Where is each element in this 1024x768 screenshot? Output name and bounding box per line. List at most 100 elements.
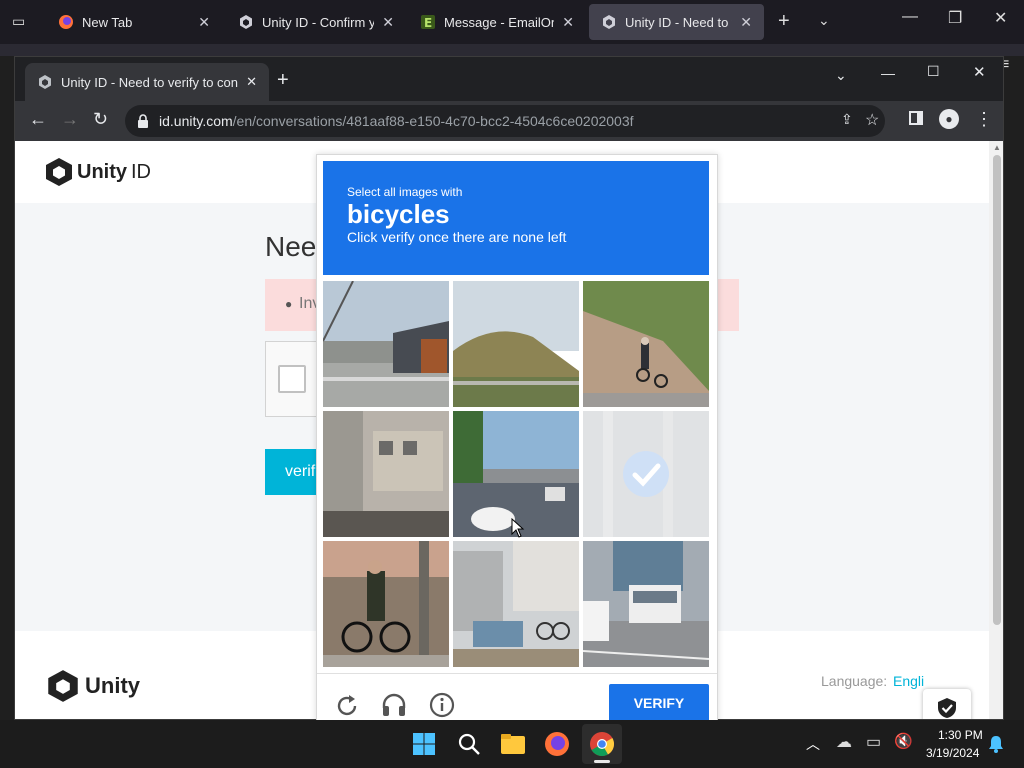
language-link[interactable]: Engli [893,673,924,689]
minimize-icon[interactable]: — [881,65,895,81]
house-bicycles-image [453,541,579,667]
scrollbar-thumb[interactable] [993,155,1001,625]
outer-tab-label: New Tab [82,14,133,30]
chrome-taskbar-item[interactable] [582,724,622,764]
captcha-challenge: Select all images with bicycles Click ve… [316,154,718,724]
scroll-up-icon[interactable]: ▲ [993,143,1001,152]
outer-toolbar-strip [0,44,1024,56]
captcha-tile-3[interactable] [583,281,709,407]
url-host: id.unity.com [159,113,233,129]
kebab-menu-icon[interactable]: ⋮ [975,109,993,130]
outer-tab-message[interactable]: E Message - EmailOnDec ✕ [408,4,586,40]
checkmark-icon [623,451,669,497]
new-tab-icon[interactable]: + [778,10,790,33]
clock-date[interactable]: 3/19/2024 [926,746,979,760]
outer-tab-label: Unity ID - Need to verif [625,14,732,30]
outer-tab-new-tab[interactable]: New Tab ✕ [46,4,222,40]
recaptcha-badge[interactable] [923,689,971,719]
address-bar[interactable]: id.unity.com/en/conversations/481aaf88-e… [125,105,885,137]
tab-list-icon[interactable]: ▭ [12,13,25,30]
volume-muted-icon[interactable]: 🔇 [894,732,913,750]
close-window-icon[interactable]: ✕ [994,8,1007,28]
captcha-tile-6-selected[interactable] [583,411,709,537]
captcha-tile-4[interactable] [323,411,449,537]
close-tab-icon[interactable]: ✕ [740,14,752,31]
windows-taskbar: ︿ ☁ ▭ 🔇 1:30 PM 3/19/2024 [0,720,1024,768]
outer-tab-unity-verify[interactable]: Unity ID - Need to verif ✕ [589,4,764,40]
captcha-verify-button[interactable]: VERIFY [609,684,709,722]
file-explorer-icon[interactable] [500,733,526,755]
chevron-down-icon[interactable]: ⌄ [818,12,830,29]
close-tab-icon[interactable]: ✕ [382,14,394,31]
outer-tab-strip: ▭ New Tab ✕ Unity ID - Confirm you ✕ E M… [0,0,1024,44]
apartment-image [323,411,449,537]
chrome-tab[interactable]: Unity ID - Need to verify to cont ✕ [25,63,269,101]
firefox-icon[interactable] [544,731,570,757]
back-icon[interactable]: ← [29,109,47,130]
logo-text-bold: Unity [77,160,127,183]
clock-time[interactable]: 1:30 PM [938,728,983,742]
cyclist-rock-image [583,281,709,407]
prompt-instruction: Select all images with [347,185,463,199]
chrome-icon [590,732,615,757]
alert-bullet-icon: ● [285,297,293,311]
lock-icon [138,114,148,128]
outer-tab-unity-confirm[interactable]: Unity ID - Confirm you ✕ [226,4,406,40]
captcha-tile-1[interactable] [323,281,449,407]
street-house-image [323,281,449,407]
firefox-icon [59,15,73,29]
chevron-down-icon[interactable]: ⌄ [835,67,847,84]
mouse-cursor-icon [511,518,525,538]
captcha-tile-9[interactable] [583,541,709,667]
reload-icon[interactable]: ↻ [93,109,108,130]
svg-text:E: E [424,16,432,30]
recaptcha-checkbox[interactable] [278,365,306,393]
captcha-tile-7[interactable] [323,541,449,667]
maximize-icon[interactable]: ☐ [927,63,940,80]
network-icon[interactable]: ▭ [866,732,881,752]
captcha-prompt: Select all images with bicycles Click ve… [323,161,709,275]
close-tab-icon[interactable]: ✕ [562,14,574,31]
hill-road-image [453,281,579,407]
language-label: Language: [821,673,888,689]
prompt-target: bicycles [347,199,450,229]
prompt-subtext: Click verify once there are none left [347,229,567,245]
star-icon[interactable]: ☆ [865,110,879,130]
close-tab-icon[interactable]: ✕ [198,14,210,31]
active-indicator [594,760,610,763]
search-icon[interactable] [457,732,481,756]
captcha-tile-8[interactable] [453,541,579,667]
show-hidden-icons-icon[interactable]: ︿ [806,734,820,754]
share-icon[interactable]: ⇪ [841,111,853,128]
shield-check-icon [938,698,956,718]
url-path: /en/conversations/481aaf88-e150-4c70-bcc… [232,113,634,129]
close-tab-icon[interactable]: ✕ [246,74,257,90]
unity-icon [603,15,615,29]
unity-icon [240,15,252,29]
refresh-icon[interactable] [335,694,359,718]
notification-bell-icon[interactable] [988,735,1004,753]
captcha-footer: VERIFY [317,673,717,725]
windows-start-icon[interactable] [412,732,436,756]
cloud-sync-icon[interactable]: ☁ [836,732,852,752]
restore-icon[interactable]: ❐ [948,8,962,28]
side-panel-icon[interactable] [909,111,923,125]
outer-tab-label: Unity ID - Confirm you [262,14,375,30]
person-bicycle-image [323,541,449,667]
unity-id-logo[interactable]: Unity ID [45,157,151,187]
info-icon[interactable] [429,692,455,718]
close-window-icon[interactable]: ✕ [973,63,986,81]
verify-label: VERIFY [633,695,685,711]
unity-icon [39,75,51,89]
headphones-icon[interactable] [381,692,407,718]
page-scrollbar[interactable]: ▲ [989,141,1003,719]
street-bus-image [583,541,709,667]
minimize-icon[interactable]: — [902,8,918,26]
forward-icon[interactable]: → [61,109,79,130]
captcha-image-grid [323,281,709,667]
chrome-toolbar: ← → ↻ id.unity.com/en/conversations/481a… [15,101,1003,141]
profile-icon[interactable]: ● [939,109,959,129]
captcha-tile-2[interactable] [453,281,579,407]
new-tab-icon[interactable]: + [277,69,289,92]
footer-unity-logo[interactable]: Unity [47,669,140,703]
